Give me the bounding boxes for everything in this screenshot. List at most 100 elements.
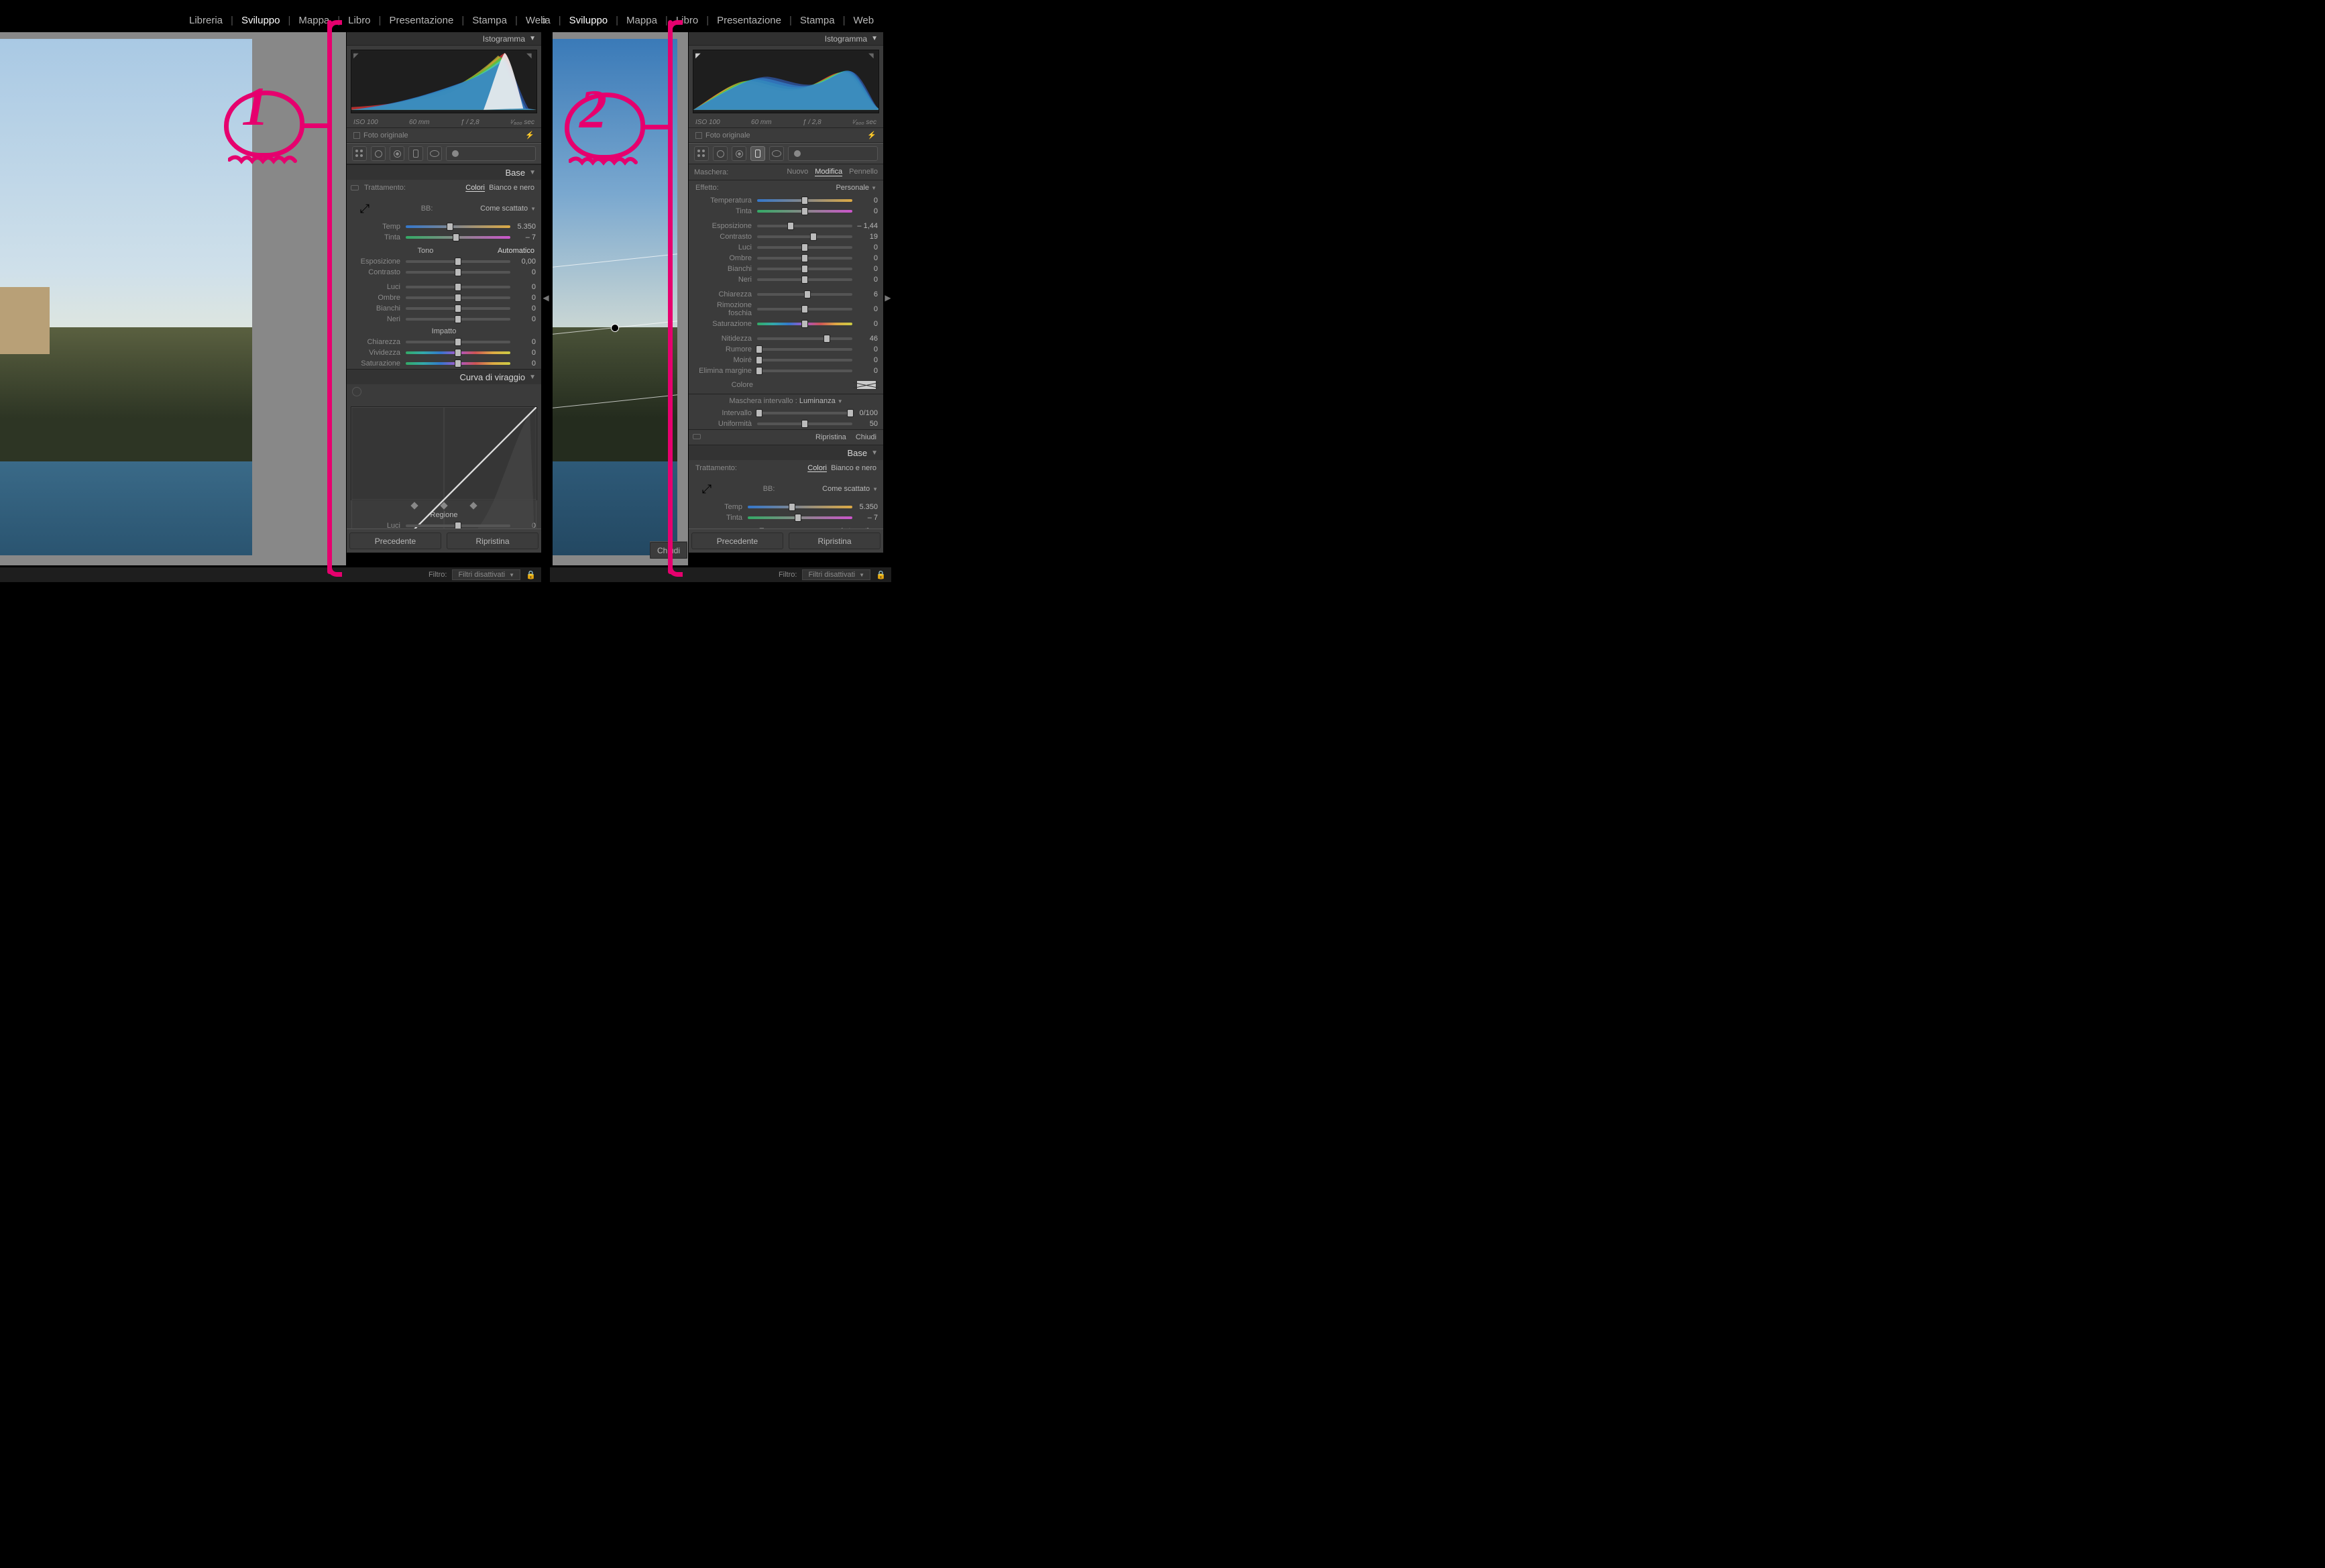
precedente-button[interactable]: Precedente [691,533,783,549]
colori-link[interactable]: Colori [807,464,827,472]
precedente-button[interactable]: Precedente [349,533,441,549]
graduated-tool[interactable] [408,146,423,161]
grad-ombre-slider[interactable]: Ombre0 [689,253,883,264]
mask-pennello[interactable]: Pennello [849,168,878,176]
wb-dropdown[interactable]: Come scattato▼ [822,485,878,493]
temp-slider[interactable]: Temp5.350 [689,502,883,512]
graduated-tool[interactable] [750,146,765,161]
nav-presentazione[interactable]: Presentazione [381,15,461,26]
nav-stampa[interactable]: Stampa [464,15,515,26]
base-header[interactable]: Base▼ [689,445,883,460]
grad-foschia-slider[interactable]: Rimozione foschia0 [689,300,883,319]
nav-libro[interactable]: Libro [340,15,378,26]
panel-switch-icon[interactable] [351,185,359,190]
temp-slider[interactable]: Temp5.350 [347,221,541,232]
lock-icon[interactable]: 🔒 [526,570,536,579]
foto-originale-row[interactable]: Foto originale ⚡ [347,127,541,143]
chiudi-button[interactable]: Chiudi [650,542,687,559]
vividezza-slider[interactable]: Vividezza0 [347,347,541,358]
grad-nitidezza-slider[interactable]: Nitidezza46 [689,333,883,344]
crop-tool[interactable] [352,146,367,161]
grad-saturazione-slider[interactable]: Saturazione0 [689,319,883,329]
curve-target-icon[interactable] [352,387,361,396]
nav-stampa[interactable]: Stampa [792,15,843,26]
ombre-slider[interactable]: Ombre0 [347,292,541,303]
luci-slider[interactable]: Luci0 [347,282,541,292]
lightning-icon[interactable]: ⚡ [867,131,876,139]
grad-margine-slider[interactable]: Elimina margine0 [689,366,883,376]
eyedropper-icon[interactable]: ⤢ [698,480,716,498]
eyedropper-icon[interactable]: ⤢ [356,200,374,217]
checkbox-icon[interactable] [695,132,702,139]
checkbox-icon[interactable] [353,132,360,139]
photo-preview[interactable] [0,39,252,555]
lightning-icon[interactable]: ⚡ [525,131,534,139]
nav-mappa[interactable]: Mappa [290,15,337,26]
redeye-tool[interactable] [390,146,404,161]
grad-contrasto-slider[interactable]: Contrasto19 [689,231,883,242]
panel-switch-icon[interactable] [693,434,701,439]
brush-size-slider[interactable] [788,146,878,161]
grad-rumore-slider[interactable]: Rumore0 [689,344,883,355]
foto-originale-row[interactable]: Foto originale ⚡ [689,127,883,143]
grad-ripristina[interactable]: Ripristina [815,433,846,441]
nav-libreria[interactable]: ia [543,15,559,26]
radial-tool[interactable] [427,146,442,161]
grad-chiudi[interactable]: Chiudi [856,433,876,441]
tinta-slider[interactable]: Tinta– 7 [689,512,883,523]
panel-expand-handle[interactable]: ▶ [885,288,891,307]
base-header[interactable]: Base▼ [347,165,541,180]
nav-sviluppo[interactable]: Sviluppo [561,15,616,26]
panel-expand-handle[interactable]: ◀ [543,288,549,307]
auto-tone[interactable]: Automatico [498,247,534,255]
brush-size-slider[interactable] [446,146,536,161]
histogram[interactable]: ◤ ◥ [351,50,537,113]
grad-neri-slider[interactable]: Neri0 [689,274,883,285]
effetto-dropdown[interactable]: Personale ▼ [836,184,876,192]
mask-nuovo[interactable]: Nuovo [787,168,808,176]
histogram-header[interactable]: Istogramma▼ [689,32,883,46]
ripristina-button[interactable]: Ripristina [789,533,881,549]
esposizione-slider[interactable]: Esposizione0,00 [347,256,541,267]
filter-dropdown[interactable]: Filtri disattivati▼ [802,569,870,580]
grad-chiarezza-slider[interactable]: Chiarezza6 [689,289,883,300]
ripristina-button[interactable]: Ripristina [447,533,538,549]
grad-uniformita-slider[interactable]: Uniformità50 [689,418,883,429]
range-mask-dropdown[interactable]: Luminanza ▼ [799,397,843,405]
nav-mappa[interactable]: Mappa [618,15,665,26]
crop-tool[interactable] [694,146,709,161]
grad-tinta-slider[interactable]: Tinta0 [689,206,883,217]
mask-modifica[interactable]: Modifica [815,168,842,176]
canvas-left[interactable] [0,32,346,565]
radial-tool[interactable] [769,146,784,161]
histogram-header[interactable]: Istogramma▼ [347,32,541,46]
bn-link[interactable]: Bianco e nero [831,464,876,472]
color-swatch[interactable] [856,380,876,390]
grad-bianchi-slider[interactable]: Bianchi0 [689,264,883,274]
tinta-slider[interactable]: Tinta– 7 [347,232,541,243]
filter-dropdown[interactable]: Filtri disattivati▼ [452,569,520,580]
grad-intervallo-slider[interactable]: Intervallo0/100 [689,408,883,418]
histogram[interactable]: ◤ ◥ [693,50,879,113]
tone-curve[interactable] [351,406,537,500]
contrasto-slider[interactable]: Contrasto0 [347,267,541,278]
chiarezza-slider[interactable]: Chiarezza0 [347,337,541,347]
wb-dropdown[interactable]: Come scattato▼ [480,205,536,213]
nav-web[interactable]: Web [846,15,883,26]
nav-libro[interactable]: Libro [668,15,706,26]
photo-preview[interactable] [553,39,677,555]
nav-libreria[interactable]: Libreria [181,15,231,26]
grad-moire-slider[interactable]: Moiré0 [689,355,883,366]
lock-icon[interactable]: 🔒 [876,570,886,579]
curve-header[interactable]: Curva di viraggio▼ [347,370,541,384]
redeye-tool[interactable] [732,146,746,161]
spot-tool[interactable] [713,146,728,161]
spot-tool[interactable] [371,146,386,161]
nav-sviluppo[interactable]: Sviluppo [233,15,288,26]
bn-link[interactable]: Bianco e nero [489,184,534,192]
grad-esposizione-slider[interactable]: Esposizione– 1,44 [689,221,883,231]
nav-presentazione[interactable]: Presentazione [709,15,789,26]
canvas-right[interactable] [553,32,688,565]
grad-luci-slider[interactable]: Luci0 [689,242,883,253]
bianchi-slider[interactable]: Bianchi0 [347,303,541,314]
